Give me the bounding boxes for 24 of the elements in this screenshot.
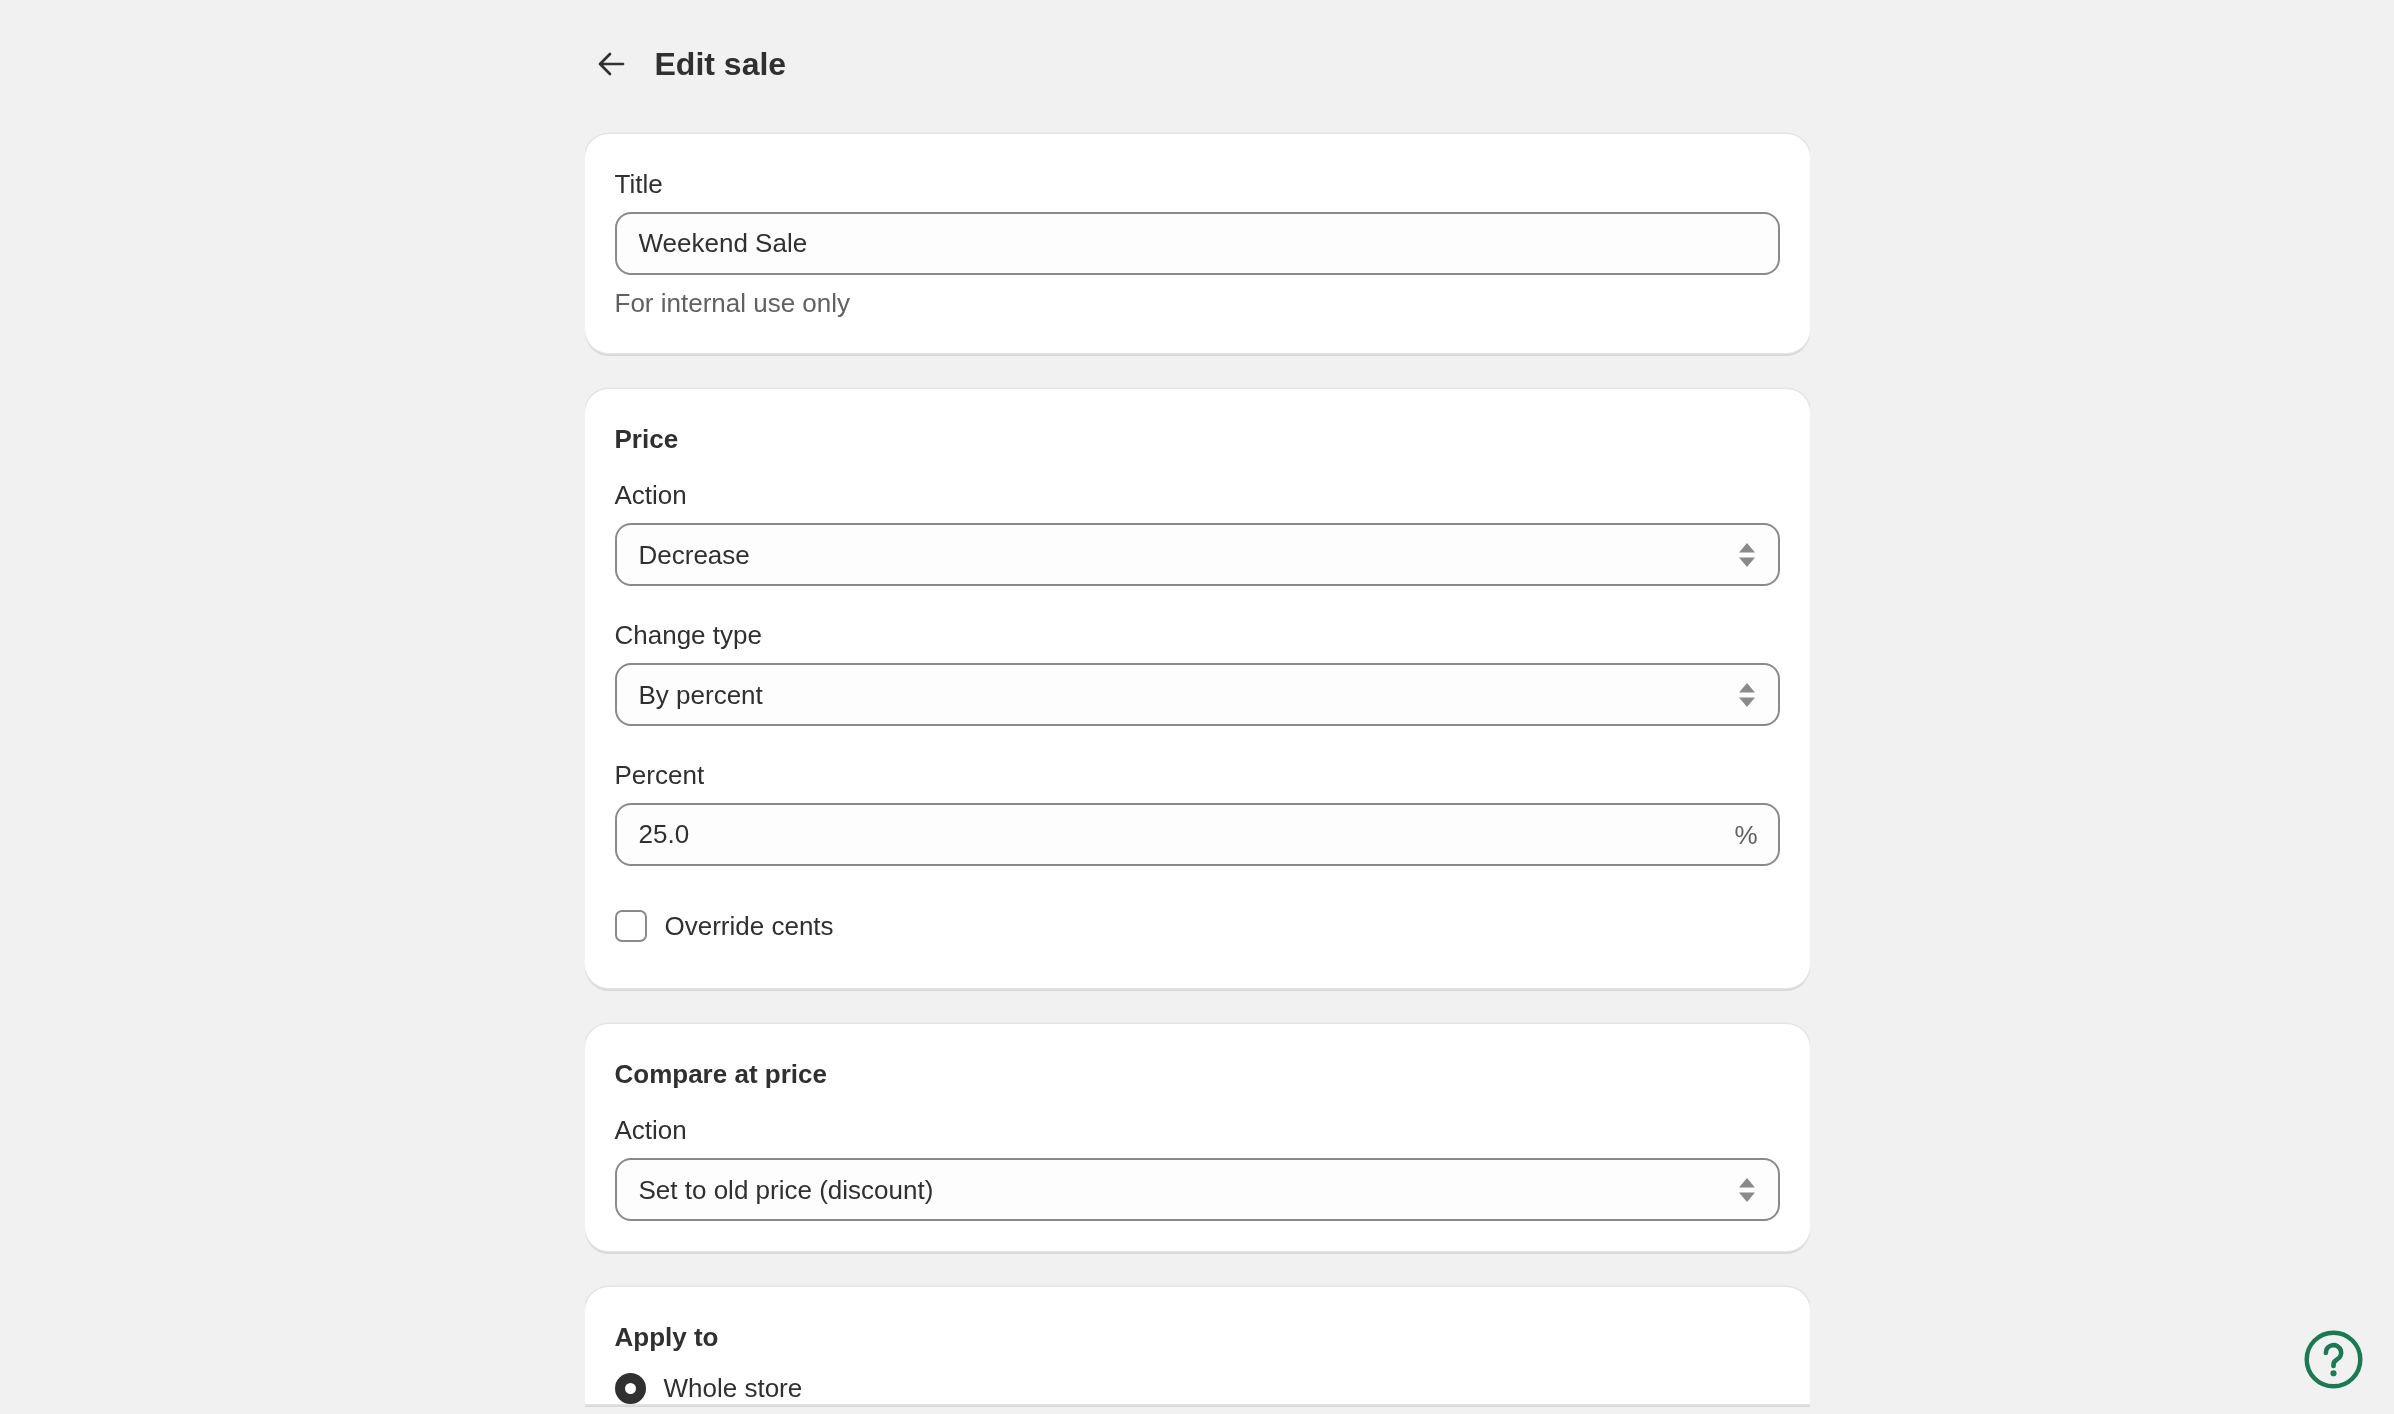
help-icon[interactable] [2304, 1330, 2363, 1389]
back-icon[interactable] [596, 52, 625, 76]
field-label: Title [614, 168, 663, 201]
select-field[interactable]: Set to old price (discount) [614, 1158, 1780, 1221]
page-title: Edit sale [654, 45, 787, 84]
checkbox-label: Override cents [664, 910, 834, 943]
field-label: Action [614, 479, 687, 512]
help-text: For internal use only [614, 287, 851, 320]
field-label: Percent [614, 759, 705, 792]
checkbox[interactable] [614, 910, 647, 942]
section-heading: Price [614, 423, 679, 456]
field-label: Action [614, 1114, 687, 1147]
input-field[interactable]: Weekend Sale [614, 212, 1780, 275]
up-down-arrows-icon [1738, 542, 1755, 567]
section-heading: Apply to [614, 1321, 719, 1354]
select-field[interactable]: Decrease [614, 523, 1780, 586]
section-heading: Compare at price [614, 1058, 827, 1091]
unit-suffix: % [1734, 818, 1758, 852]
up-down-arrows-icon [1738, 682, 1755, 707]
select-field[interactable]: By percent [614, 663, 1780, 726]
up-down-arrows-icon [1738, 1177, 1755, 1202]
radio-button[interactable] [614, 1373, 646, 1404]
radio-label: Whole store [663, 1373, 803, 1404]
field-label: Change type [614, 619, 762, 652]
